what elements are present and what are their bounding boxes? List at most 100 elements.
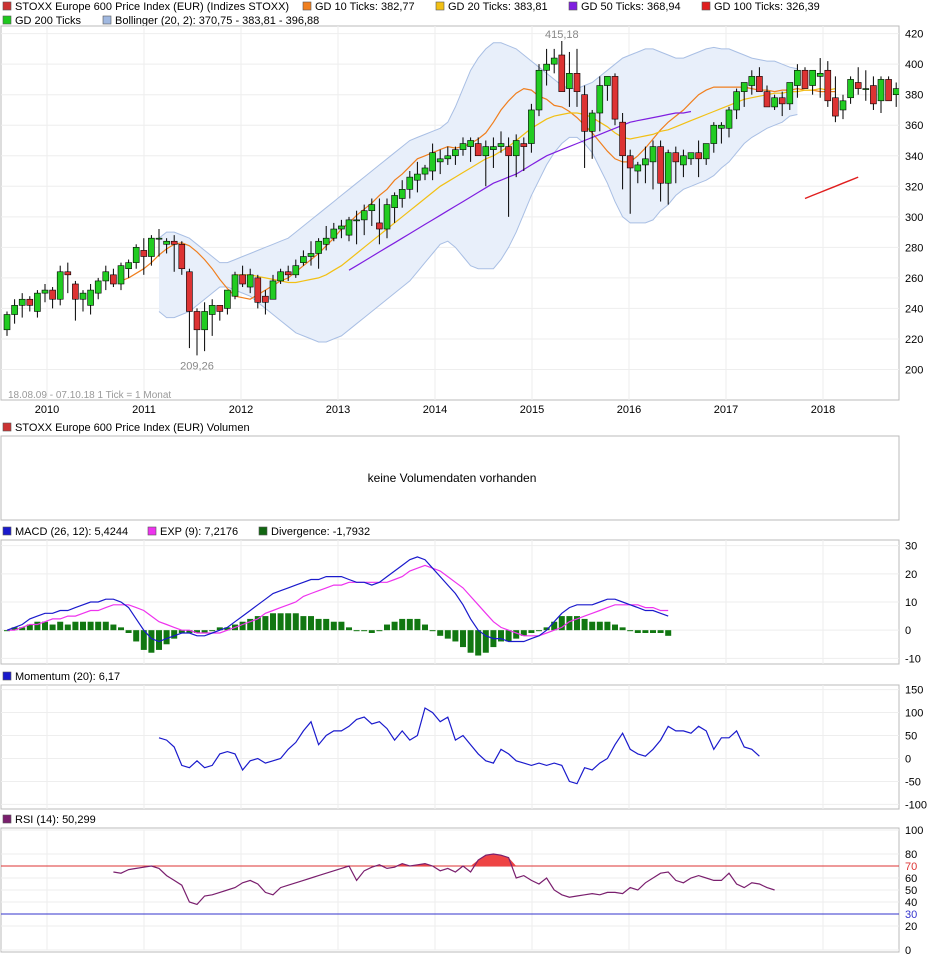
divergence-bar xyxy=(452,630,459,642)
candle-body xyxy=(148,237,155,257)
momentum-tick-label: -100 xyxy=(905,799,927,811)
candle-body xyxy=(307,253,315,257)
candle-body xyxy=(330,228,338,239)
candle-body xyxy=(801,69,809,89)
x-year-label: 2014 xyxy=(423,404,447,416)
stock-chart: STOXX Europe 600 Price Index (EUR) (Indi… xyxy=(0,1,927,957)
candle-body xyxy=(816,73,824,77)
divergence-bar xyxy=(64,624,71,631)
candle-body xyxy=(444,155,452,160)
annotation-low: 209,26 xyxy=(180,360,214,372)
divergence-bar xyxy=(650,630,656,633)
divergence-bar xyxy=(475,630,482,656)
divergence-bar xyxy=(376,630,383,632)
candle-body xyxy=(315,240,322,254)
candle-body xyxy=(763,91,771,108)
divergence-bar xyxy=(657,630,664,633)
candle-body xyxy=(740,82,748,92)
divergence-bar xyxy=(604,621,611,631)
divergence-bar xyxy=(384,624,390,631)
candle-body xyxy=(588,112,596,132)
rsi-tick-label: 100 xyxy=(905,825,923,837)
candle-body xyxy=(11,305,18,315)
x-year-label: 2010 xyxy=(35,404,59,416)
divergence-bar xyxy=(239,621,246,631)
divergence-bar xyxy=(665,630,672,636)
candle-body xyxy=(338,225,345,230)
candle-body xyxy=(626,155,634,169)
divergence-bar xyxy=(391,621,398,631)
x-year-label: 2011 xyxy=(132,404,156,416)
candle-body xyxy=(18,298,26,306)
divergence-bar xyxy=(80,621,86,631)
divergence-bar xyxy=(338,621,345,631)
candle-body xyxy=(778,97,786,105)
legend-gd10: GD 10 Ticks: 382,77 xyxy=(315,1,415,13)
divergence-bar xyxy=(118,627,124,631)
macd-tick-label: 30 xyxy=(905,541,917,553)
candle-body xyxy=(634,164,642,172)
price-tick-label: 320 xyxy=(905,181,923,193)
rsi-tick-label: 40 xyxy=(905,897,917,909)
divergence-bar xyxy=(110,624,117,631)
candle-body xyxy=(414,173,421,181)
divergence-bar xyxy=(292,613,299,631)
rsi-tick-label: 80 xyxy=(905,849,917,861)
volume-panel: STOXX Europe 600 Price Index (EUR) Volum… xyxy=(0,422,900,521)
volume-title: STOXX Europe 600 Price Index (EUR) Volum… xyxy=(15,422,250,434)
x-year-label: 2015 xyxy=(520,404,544,416)
momentum-tick-label: 50 xyxy=(905,731,917,743)
candle-body xyxy=(64,271,72,276)
divergence-bar xyxy=(315,618,322,631)
period-label: 18.08.09 - 07.10.18 1 Tick = 1 Monat xyxy=(8,390,171,401)
macd-y-axis: 30 20 10 0 -10 xyxy=(905,541,921,666)
candle-body xyxy=(520,143,528,147)
candle-body xyxy=(885,79,892,102)
candle-body xyxy=(429,152,436,172)
divergence-bar xyxy=(133,630,140,642)
candle-body xyxy=(56,271,64,300)
candle-body xyxy=(619,121,626,157)
candle-body xyxy=(87,289,94,306)
candle-body xyxy=(794,69,801,86)
candle-body xyxy=(216,305,224,312)
candle-body xyxy=(756,76,763,92)
candle-body xyxy=(452,149,459,157)
x-year-label: 2012 xyxy=(229,404,253,416)
candle-body xyxy=(877,79,885,102)
candle-body xyxy=(132,247,140,263)
candle-body xyxy=(771,97,778,108)
divergence-bar xyxy=(125,630,132,633)
divergence-bar xyxy=(300,616,307,631)
candle-body xyxy=(322,237,330,245)
candle-body xyxy=(604,76,611,86)
divergence-bar xyxy=(87,621,94,631)
candle-body xyxy=(155,237,163,240)
candle-body xyxy=(421,167,429,175)
price-tick-label: 360 xyxy=(905,120,923,132)
divergence-bar xyxy=(460,630,466,648)
divergence-bar xyxy=(536,630,542,632)
divergence-bar xyxy=(323,618,330,631)
legend-gd200: GD 200 Ticks xyxy=(15,15,82,27)
price-tick-label: 300 xyxy=(905,212,923,224)
x-year-label: 2018 xyxy=(811,404,835,416)
rsi-level-70-label: 70 xyxy=(905,861,917,873)
rsi-tick-label: 60 xyxy=(905,873,917,885)
candle-body xyxy=(360,210,368,221)
candle-body xyxy=(642,158,649,166)
candle-body xyxy=(300,256,307,263)
candle-body xyxy=(246,274,254,288)
candle-body xyxy=(3,314,11,331)
legend-exp: EXP (9): 7,2176 xyxy=(160,526,238,538)
rsi-tick-label: 20 xyxy=(905,921,917,933)
candle-body xyxy=(733,91,740,111)
divergence-bar xyxy=(399,618,406,631)
divergence-bar xyxy=(634,630,641,633)
candle-body xyxy=(140,250,148,257)
candle-body xyxy=(262,295,269,303)
divergence-bar xyxy=(34,621,41,631)
divergence-bar xyxy=(627,630,634,632)
candle-body xyxy=(566,73,573,89)
candle-body xyxy=(269,280,277,300)
